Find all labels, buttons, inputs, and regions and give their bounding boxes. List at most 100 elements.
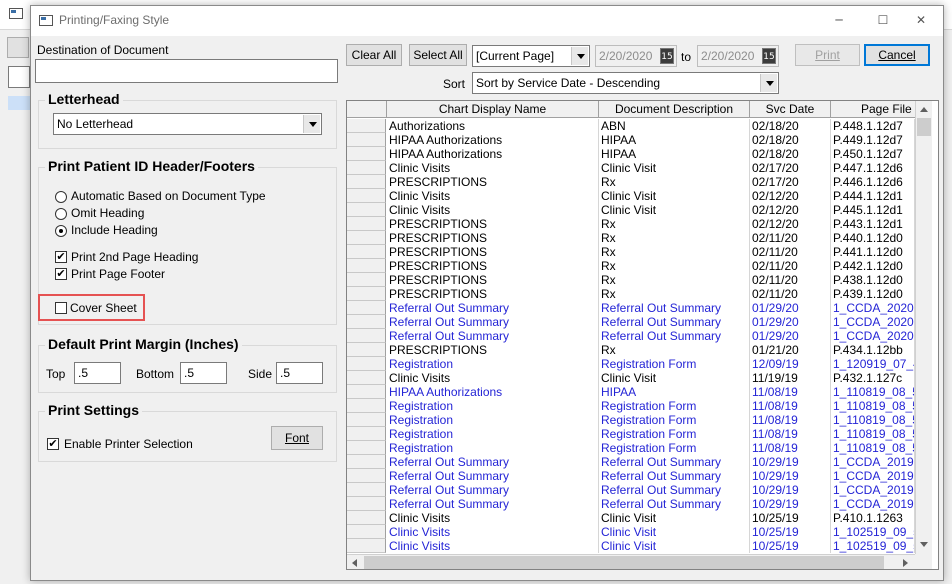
row-selector[interactable] — [347, 301, 386, 315]
cell-svc-date[interactable]: 10/29/19 — [750, 469, 831, 483]
table-row[interactable]: Referral Out Summary Referral Out Summary… — [347, 329, 915, 343]
cell-chart-display-name[interactable]: Registration — [387, 413, 599, 427]
row-selector[interactable] — [347, 385, 386, 399]
table-row[interactable]: Clinic Visits Clinic Visit 11/19/19 P.432.1… — [347, 371, 915, 385]
row-selector[interactable] — [347, 161, 386, 175]
cell-document-description[interactable]: Clinic Visit — [599, 189, 750, 203]
margin-side-input[interactable]: .5 — [276, 362, 323, 384]
cell-page-file[interactable]: P.448.1.12d7 — [831, 119, 915, 133]
cell-page-file[interactable]: P.441.1.12d0 — [831, 245, 915, 259]
cell-document-description[interactable]: Referral Out Summary — [599, 483, 750, 497]
sort-select[interactable]: Sort by Service Date - Descending — [472, 72, 779, 94]
cell-svc-date[interactable]: 10/29/19 — [750, 455, 831, 469]
cell-page-file[interactable]: P.443.1.12d1 — [831, 217, 915, 231]
scroll-right-icon[interactable] — [903, 559, 908, 567]
row-selector[interactable] — [347, 259, 386, 273]
cell-chart-display-name[interactable]: Clinic Visits — [387, 161, 599, 175]
cell-svc-date[interactable]: 02/17/20 — [750, 175, 831, 189]
row-selector[interactable] — [347, 399, 386, 413]
cell-svc-date[interactable]: 10/25/19 — [750, 525, 831, 539]
dialog-titlebar[interactable]: Printing/Faxing Style ─ ☐ ✕ — [31, 6, 943, 36]
table-row[interactable]: HIPAA Authorizations HIPAA 02/18/20 P.450.1… — [347, 147, 915, 161]
column-header-chart-display-name[interactable]: Chart Display Name — [387, 101, 599, 118]
cell-document-description[interactable]: HIPAA — [599, 385, 750, 399]
column-header-document-description[interactable]: Document Description — [599, 101, 750, 118]
calendar-icon[interactable]: 15 — [762, 48, 776, 64]
radio-automatic-label[interactable]: Automatic Based on Document Type — [71, 189, 266, 203]
cell-svc-date[interactable]: 02/17/20 — [750, 161, 831, 175]
cell-document-description[interactable]: Referral Out Summary — [599, 469, 750, 483]
checkbox-page-footer-label[interactable]: Print Page Footer — [71, 267, 165, 281]
cell-chart-display-name[interactable]: Referral Out Summary — [387, 329, 599, 343]
cell-chart-display-name[interactable]: PRESCRIPTIONS — [387, 259, 599, 273]
cell-svc-date[interactable]: 02/11/20 — [750, 245, 831, 259]
cell-document-description[interactable]: Rx — [599, 287, 750, 301]
scroll-left-icon[interactable] — [352, 559, 357, 567]
cell-page-file[interactable]: 1_102519_09_51 — [831, 539, 915, 553]
cell-chart-display-name[interactable]: Clinic Visits — [387, 525, 599, 539]
cell-svc-date[interactable]: 12/09/19 — [750, 357, 831, 371]
column-header-page-file[interactable]: Page File N — [831, 101, 921, 118]
cell-chart-display-name[interactable]: Referral Out Summary — [387, 497, 599, 511]
cell-chart-display-name[interactable]: Clinic Visits — [387, 539, 599, 553]
cell-svc-date[interactable]: 02/12/20 — [750, 203, 831, 217]
table-row[interactable]: Referral Out Summary Referral Out Summary… — [347, 483, 915, 497]
cell-document-description[interactable]: Rx — [599, 245, 750, 259]
row-selector[interactable] — [347, 413, 386, 427]
radio-include-heading-label[interactable]: Include Heading — [71, 223, 158, 237]
row-selector[interactable] — [347, 189, 386, 203]
cell-document-description[interactable]: Rx — [599, 175, 750, 189]
checkbox-2nd-page-heading[interactable]: ✔ — [55, 251, 67, 263]
print-button[interactable]: Print — [795, 44, 860, 66]
minimize-button[interactable]: ─ — [817, 6, 861, 36]
cell-svc-date[interactable]: 02/12/20 — [750, 189, 831, 203]
cell-svc-date[interactable]: 02/11/20 — [750, 231, 831, 245]
scroll-down-icon[interactable] — [920, 542, 928, 547]
cell-document-description[interactable]: Registration Form — [599, 427, 750, 441]
cell-chart-display-name[interactable]: PRESCRIPTIONS — [387, 343, 599, 357]
cell-chart-display-name[interactable]: Clinic Visits — [387, 189, 599, 203]
row-selector[interactable] — [347, 147, 386, 161]
cell-svc-date[interactable]: 11/08/19 — [750, 413, 831, 427]
cell-page-file[interactable]: P.442.1.12d0 — [831, 259, 915, 273]
row-selector[interactable] — [347, 539, 386, 553]
checkbox-enable-printer-selection[interactable]: ✔ — [47, 438, 59, 450]
date-from-input[interactable]: 2/20/2020 15 — [595, 45, 677, 67]
cell-document-description[interactable]: Rx — [599, 259, 750, 273]
cell-svc-date[interactable]: 10/29/19 — [750, 483, 831, 497]
cell-chart-display-name[interactable]: HIPAA Authorizations — [387, 133, 599, 147]
cell-svc-date[interactable]: 01/29/20 — [750, 301, 831, 315]
table-row[interactable]: Referral Out Summary Referral Out Summary… — [347, 469, 915, 483]
table-row[interactable]: PRESCRIPTIONS Rx 02/11/20 P.442.1.12d0 — [347, 259, 915, 273]
table-row[interactable]: HIPAA Authorizations HIPAA 11/08/19 1_11081… — [347, 385, 915, 399]
cell-chart-display-name[interactable]: HIPAA Authorizations — [387, 385, 599, 399]
cell-document-description[interactable]: Clinic Visit — [599, 511, 750, 525]
enable-printer-selection-label[interactable]: Enable Printer Selection — [64, 437, 193, 451]
cell-document-description[interactable]: Referral Out Summary — [599, 497, 750, 511]
cell-chart-display-name[interactable]: PRESCRIPTIONS — [387, 273, 599, 287]
cell-page-file[interactable]: 1_120919_07_43 — [831, 357, 915, 371]
checkbox-2nd-page-heading-label[interactable]: Print 2nd Page Heading — [71, 250, 198, 264]
cell-chart-display-name[interactable]: Clinic Visits — [387, 203, 599, 217]
cancel-button[interactable]: Cancel — [864, 44, 930, 66]
row-selector[interactable] — [347, 133, 386, 147]
table-row[interactable]: Clinic Visits Clinic Visit 02/12/20 P.444.1… — [347, 189, 915, 203]
select-all-button[interactable]: Select All — [409, 44, 467, 66]
checkbox-page-footer[interactable]: ✔ — [55, 268, 67, 280]
close-button[interactable]: ✕ — [899, 6, 943, 36]
cell-chart-display-name[interactable]: Referral Out Summary — [387, 301, 599, 315]
table-row[interactable]: PRESCRIPTIONS Rx 02/11/20 P.440.1.12d0 — [347, 231, 915, 245]
cell-page-file[interactable]: P.432.1.127c — [831, 371, 915, 385]
cell-page-file[interactable]: 1_110819_08_57 — [831, 399, 915, 413]
table-row[interactable]: Referral Out Summary Referral Out Summary… — [347, 315, 915, 329]
cell-svc-date[interactable]: 11/08/19 — [750, 441, 831, 455]
cell-page-file[interactable]: 1_CCDA_201910 — [831, 483, 915, 497]
table-row[interactable]: Registration Registration Form 11/08/19 1_1… — [347, 413, 915, 427]
cell-chart-display-name[interactable]: PRESCRIPTIONS — [387, 217, 599, 231]
cell-document-description[interactable]: Referral Out Summary — [599, 329, 750, 343]
cell-chart-display-name[interactable]: Registration — [387, 427, 599, 441]
cell-document-description[interactable]: Rx — [599, 217, 750, 231]
cell-page-file[interactable]: 1_CCDA_201910 — [831, 455, 915, 469]
row-selector[interactable] — [347, 175, 386, 189]
cell-page-file[interactable]: 1_110819_08_55 — [831, 385, 915, 399]
